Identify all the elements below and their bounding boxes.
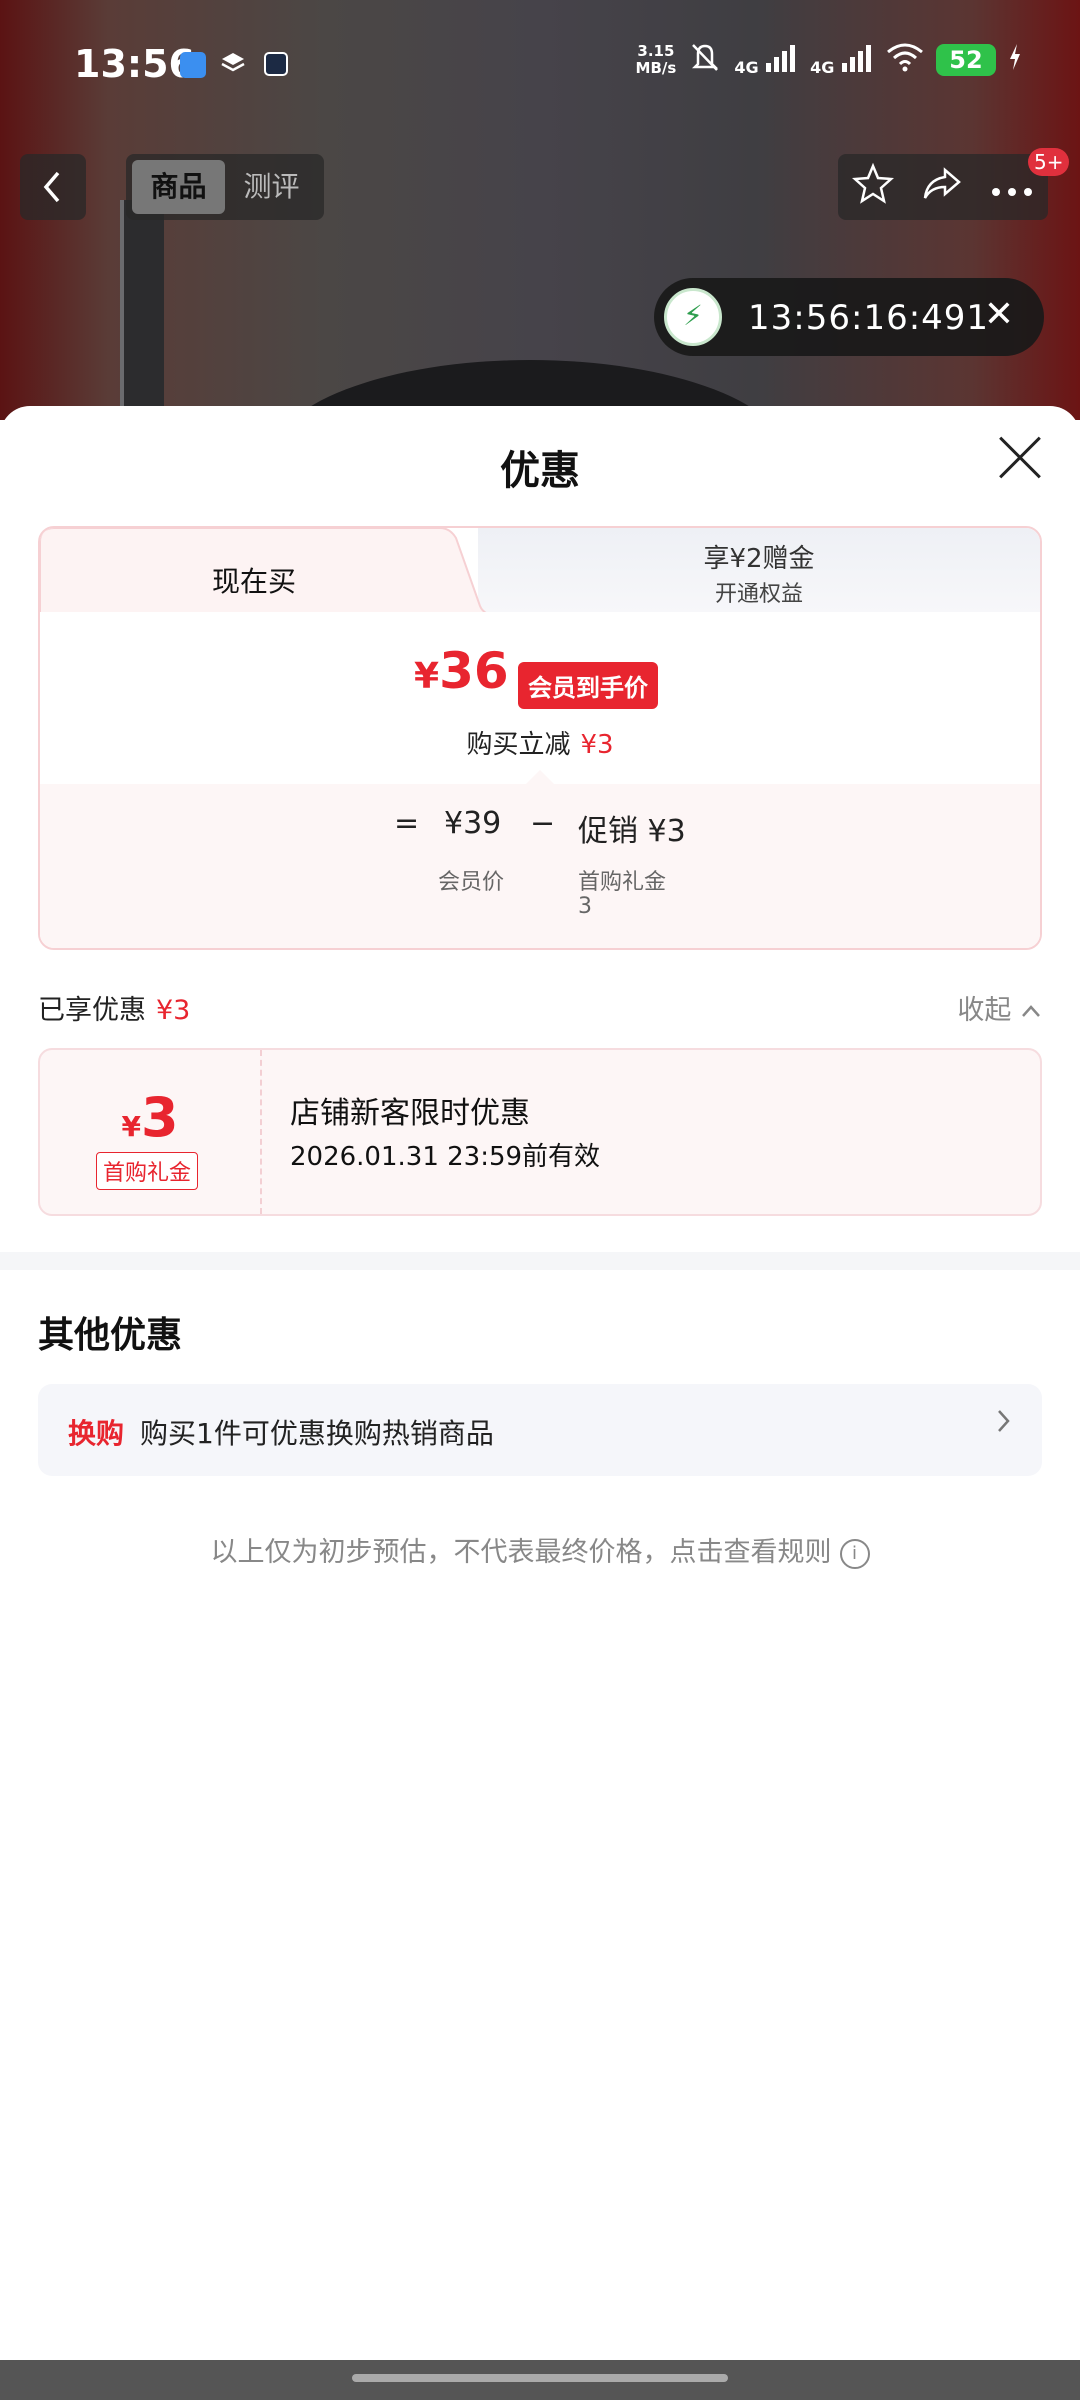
share-icon[interactable]: [921, 162, 963, 213]
coupon-title: 店铺新客限时优惠: [290, 1096, 530, 1131]
info-icon: i: [839, 1538, 870, 1569]
tab-bonus-title: 享¥2赠金: [703, 544, 815, 574]
tab-bonus[interactable]: 享¥2赠金 开通权益: [478, 528, 1040, 612]
signal-icon: 4G: [734, 43, 798, 77]
price-card: 享¥2赠金 开通权益 现在买 ¥36 会员到手价 购买立减 ¥3 = ¥39 会员…: [38, 526, 1042, 950]
wifi-icon: [886, 42, 924, 78]
chevron-left-icon: [43, 171, 60, 203]
status-bar: 13:56 3.15 MB/s 4G 4G 52: [0, 0, 1080, 130]
close-icon[interactable]: [996, 434, 1044, 482]
disclaimer[interactable]: 以上仅为初步预估，不代表最终价格，点击查看规则 i: [0, 1530, 1080, 1569]
coupon-expiry: 2026.01.31 23:59前有效: [290, 1142, 601, 1172]
message-badge: 5+: [1028, 148, 1070, 176]
formula-member-label: 会员价: [438, 870, 505, 895]
coupon-divider: [260, 1050, 262, 1214]
formula-equals: =: [394, 806, 420, 841]
status-right: 3.15 MB/s 4G 4G 52: [636, 40, 1022, 80]
mute-icon: [688, 40, 722, 80]
back-button[interactable]: [20, 154, 86, 220]
sheet-title: 优惠: [500, 448, 580, 494]
more-icon[interactable]: [990, 167, 1034, 207]
formula-promo: 促销 ¥3: [578, 814, 686, 849]
floating-timer[interactable]: ⚡ 13:56:16:491 ✕: [654, 278, 1044, 356]
formula-promo-label: 首购礼金: [578, 870, 667, 895]
clock-icon: ⚡: [664, 288, 722, 346]
chevron-right-icon: [998, 1410, 1010, 1432]
formula-member-price: ¥39: [444, 806, 502, 841]
member-price-tag: 会员到手价: [518, 662, 658, 709]
tab-product[interactable]: 商品: [132, 160, 225, 214]
coupon-amount: ¥3: [121, 1086, 179, 1149]
home-indicator[interactable]: [352, 2374, 728, 2382]
timer-text: 13:56:16:491: [748, 298, 990, 338]
reduce-line: 购买立减 ¥3: [40, 724, 1040, 761]
status-time: 13:56: [74, 42, 195, 86]
formula-promo-sub: 3: [578, 894, 592, 919]
price-formula: = ¥39 会员价 − 促销 ¥3 首购礼金 3: [40, 770, 1040, 948]
reduce-value: ¥3: [580, 730, 614, 760]
battery-indicator: 52: [936, 44, 996, 76]
pointer-triangle: [526, 770, 554, 784]
app-shortcut-icon: [264, 52, 288, 76]
disclaimer-text: 以上仅为初步预估，不代表最终价格，点击查看规则: [210, 1537, 832, 1568]
favorite-star-icon[interactable]: [851, 162, 894, 213]
top-actions: [838, 154, 1048, 220]
enjoyed-discount-row: 已享优惠 ¥3 收起: [38, 980, 1042, 1028]
enjoyed-label: 已享优惠 ¥3: [38, 995, 191, 1026]
collapse-button[interactable]: 收起: [957, 988, 1042, 1027]
system-nav-bar: [0, 2360, 1080, 2400]
charging-icon: [1008, 43, 1022, 77]
signal-icon-2: 4G: [810, 43, 874, 77]
coupon-tag: 首购礼金: [96, 1152, 199, 1190]
coupon-value-block: ¥3 首购礼金: [40, 1050, 260, 1214]
product-tabs: 商品 测评: [126, 154, 324, 220]
coupon-card: ¥3 首购礼金 店铺新客限时优惠 2026.01.31 23:59前有效: [38, 1048, 1042, 1216]
other-discounts-title: 其他优惠: [38, 1315, 183, 1356]
layers-icon: [220, 50, 246, 76]
photo-door: [120, 200, 164, 420]
reduce-label: 购买立减: [466, 730, 571, 760]
notification-app-icon: [180, 52, 206, 78]
discount-sheet: 优惠 享¥2赠金 开通权益 现在买 ¥36 会员到手价 购买立减 ¥3 = ¥39…: [0, 406, 1080, 2360]
formula-minus: −: [530, 806, 556, 841]
network-speed: 3.15 MB/s: [635, 42, 677, 77]
timer-close-button[interactable]: ✕: [984, 294, 1014, 335]
tab-review[interactable]: 测评: [225, 160, 318, 214]
trade-in-text: 购买1件可优惠换购热销商品: [140, 1417, 494, 1450]
final-price: ¥36: [414, 642, 509, 700]
tab-bonus-subtitle: 开通权益: [714, 582, 803, 607]
tab-buy-now[interactable]: 现在买: [212, 560, 296, 600]
chevron-up-icon: [1022, 1005, 1040, 1017]
section-separator: [0, 1252, 1080, 1270]
top-navigation: 商品 测评 5+: [0, 148, 1080, 220]
enjoyed-value: ¥3: [156, 995, 191, 1026]
trade-in-tag: 换购: [68, 1417, 125, 1450]
trade-in-offer-row[interactable]: 换购 购买1件可优惠换购热销商品: [38, 1384, 1042, 1476]
